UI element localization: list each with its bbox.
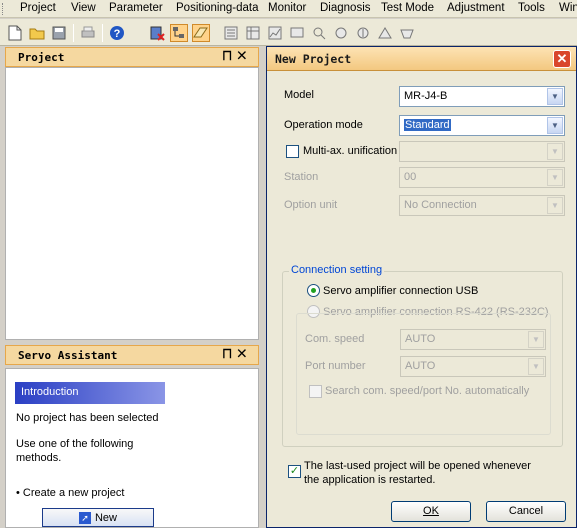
pin-icon[interactable]: ⨅ xyxy=(223,50,238,62)
help-icon[interactable]: ? xyxy=(108,24,126,42)
com-speed-select: AUTO ▼ xyxy=(400,329,546,350)
no-project-text: No project has been selected xyxy=(16,412,159,424)
adjust-icon[interactable] xyxy=(398,24,416,42)
ok-button[interactable]: OK xyxy=(391,501,471,522)
new-project-dialog: New Project ✕ Model MR-J4-B ▼ Operation … xyxy=(266,46,577,528)
menu-positioning-data[interactable]: Positioning-data xyxy=(176,2,258,14)
toolbar-separator xyxy=(102,23,103,42)
com-speed-label: Com. speed xyxy=(305,333,365,345)
monitor-icon[interactable] xyxy=(288,24,306,42)
introduction-header: Introduction xyxy=(15,382,165,404)
menu-view[interactable]: View xyxy=(71,2,96,14)
toolbar-separator xyxy=(73,23,74,42)
connection-setting-title: Connection setting xyxy=(289,264,385,276)
chevron-down-icon: ▼ xyxy=(528,331,544,348)
positioning-icon[interactable] xyxy=(354,24,372,42)
chevron-down-icon: ▼ xyxy=(547,143,563,160)
pin-icon[interactable]: ⨅ xyxy=(223,348,238,360)
port-number-label: Port number xyxy=(305,360,366,372)
save-icon[interactable] xyxy=(50,24,68,42)
project-close-icon[interactable] xyxy=(148,24,166,42)
station-value: 00 xyxy=(404,171,417,183)
station-label: Station xyxy=(284,171,319,183)
open-folder-icon[interactable] xyxy=(28,24,46,42)
menu-parameter[interactable]: Parameter xyxy=(109,2,163,14)
operation-mode-label: Operation mode xyxy=(284,119,363,131)
assistant-panel-label: Servo Assistant xyxy=(18,349,118,362)
operation-mode-value: Standard xyxy=(404,119,451,131)
option-unit-select: No Connection ▼ xyxy=(399,195,565,216)
station-select: 00 ▼ xyxy=(399,167,565,188)
dialog-title: New Project xyxy=(275,52,352,66)
last-used-label-2: the application is restarted. xyxy=(304,474,436,486)
search-auto-checkbox xyxy=(309,385,322,398)
arrow-icon: ➚ xyxy=(78,511,91,524)
cancel-label: Cancel xyxy=(508,505,544,517)
menu-tools[interactable]: Tools xyxy=(518,2,545,14)
menu-test-mode[interactable]: Test Mode xyxy=(381,2,434,14)
dialog-title-bar: New Project xyxy=(267,47,576,71)
menu-diagnosis[interactable]: Diagnosis xyxy=(320,2,371,14)
last-used-checkbox[interactable]: ✓ xyxy=(288,465,301,478)
model-label: Model xyxy=(284,89,314,101)
parameter-icon[interactable] xyxy=(222,24,240,42)
toolbar: ? xyxy=(0,19,577,46)
use-methods-text-2: methods. xyxy=(16,452,62,464)
multi-axis-label: Multi-ax. unification xyxy=(303,145,398,157)
project-tree-icon[interactable] xyxy=(170,23,188,42)
operation-mode-select[interactable]: Standard ▼ xyxy=(399,115,565,136)
assistant-panel-title: Servo Assistant ⨅✕ xyxy=(5,345,259,365)
com-speed-value: AUTO xyxy=(405,333,436,345)
graph-icon[interactable] xyxy=(266,24,284,42)
new-project-button[interactable]: ➚ New xyxy=(42,508,154,527)
menu-adjustment[interactable]: Adjustment xyxy=(447,2,505,14)
menu-project[interactable]: Project xyxy=(20,2,56,14)
close-icon[interactable]: ✕ xyxy=(238,348,252,360)
search-icon[interactable] xyxy=(310,24,328,42)
multi-axis-checkbox[interactable] xyxy=(286,145,299,158)
menu-monitor[interactable]: Monitor xyxy=(268,2,306,14)
close-icon[interactable]: ✕ xyxy=(553,50,571,68)
data-table-icon[interactable] xyxy=(244,24,262,42)
project-tree[interactable] xyxy=(5,67,259,340)
new-file-icon[interactable] xyxy=(6,24,24,42)
svg-text:?: ? xyxy=(114,28,121,40)
use-methods-text: Use one of the following xyxy=(16,438,134,450)
usb-radio[interactable] xyxy=(307,284,320,297)
last-used-label-1: The last-used project will be opened whe… xyxy=(304,460,531,472)
cancel-button[interactable]: Cancel xyxy=(486,501,566,522)
port-number-value: AUTO xyxy=(405,360,436,372)
chevron-down-icon[interactable]: ▼ xyxy=(547,117,563,134)
print-icon[interactable] xyxy=(79,24,97,42)
chevron-down-icon: ▼ xyxy=(528,358,544,375)
model-select[interactable]: MR-J4-B ▼ xyxy=(399,86,565,107)
project-panel-title: Project ⨅✕ xyxy=(5,47,259,67)
usb-radio-label: Servo amplifier connection USB xyxy=(323,285,479,297)
chevron-down-icon[interactable]: ▼ xyxy=(547,88,563,105)
chevron-down-icon: ▼ xyxy=(547,169,563,186)
model-value: MR-J4-B xyxy=(404,90,448,102)
project-panel-label: Project xyxy=(18,51,65,64)
search-auto-label: Search com. speed/port No. automatically xyxy=(325,385,530,397)
multi-axis-select: ▼ xyxy=(399,141,565,162)
close-icon[interactable]: ✕ xyxy=(238,50,252,62)
chevron-down-icon: ▼ xyxy=(547,197,563,214)
assistant-icon[interactable] xyxy=(192,23,210,42)
create-project-item: • Create a new project xyxy=(16,487,125,499)
menu-bar: Project View Parameter Positioning-data … xyxy=(0,0,577,18)
jog-icon[interactable] xyxy=(332,24,350,42)
ok-label: OK xyxy=(423,505,439,517)
menu-window[interactable]: Win xyxy=(559,2,577,14)
new-button-label: New xyxy=(94,511,117,524)
menu-grip xyxy=(2,3,5,15)
option-unit-label: Option unit xyxy=(284,199,338,211)
port-number-select: AUTO ▼ xyxy=(400,356,546,377)
tuning-icon[interactable] xyxy=(376,24,394,42)
option-unit-value: No Connection xyxy=(404,199,477,211)
